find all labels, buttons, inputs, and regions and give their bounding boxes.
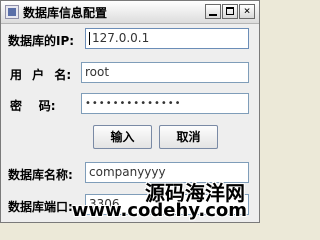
close-button[interactable]: × bbox=[239, 4, 255, 19]
minimize-icon bbox=[209, 14, 217, 16]
username-label: 用 户 名: bbox=[10, 68, 72, 82]
java-app-icon bbox=[5, 5, 19, 19]
ip-value: 127.0.0.1 bbox=[92, 31, 150, 45]
title-bar[interactable]: 数据库信息配置 × bbox=[1, 1, 259, 24]
ip-label: 数据库的IP: bbox=[8, 34, 75, 48]
close-icon: × bbox=[243, 4, 251, 17]
db-port-label: 数据库端口: bbox=[8, 200, 73, 214]
submit-button[interactable]: 输入 bbox=[93, 125, 152, 149]
maximize-icon bbox=[226, 7, 234, 15]
minimize-button[interactable] bbox=[205, 4, 221, 19]
password-input[interactable]: •••••••••••••• bbox=[81, 93, 249, 114]
config-window: 数据库信息配置 × 数据库的IP: 127.0.0.1 用 户 名: root … bbox=[0, 0, 260, 223]
ip-input[interactable]: 127.0.0.1 bbox=[85, 28, 249, 49]
window-title: 数据库信息配置 bbox=[23, 6, 108, 20]
cancel-button[interactable]: 取消 bbox=[159, 125, 218, 149]
text-caret bbox=[89, 32, 90, 45]
username-value: root bbox=[85, 65, 110, 79]
username-input[interactable]: root bbox=[81, 62, 249, 83]
db-name-label: 数据库名称: bbox=[8, 168, 73, 182]
maximize-button[interactable] bbox=[222, 4, 238, 19]
password-value: •••••••••••••• bbox=[85, 98, 182, 109]
watermark-url: www.codehy.com bbox=[71, 200, 247, 221]
password-label: 密 码: bbox=[10, 99, 56, 113]
